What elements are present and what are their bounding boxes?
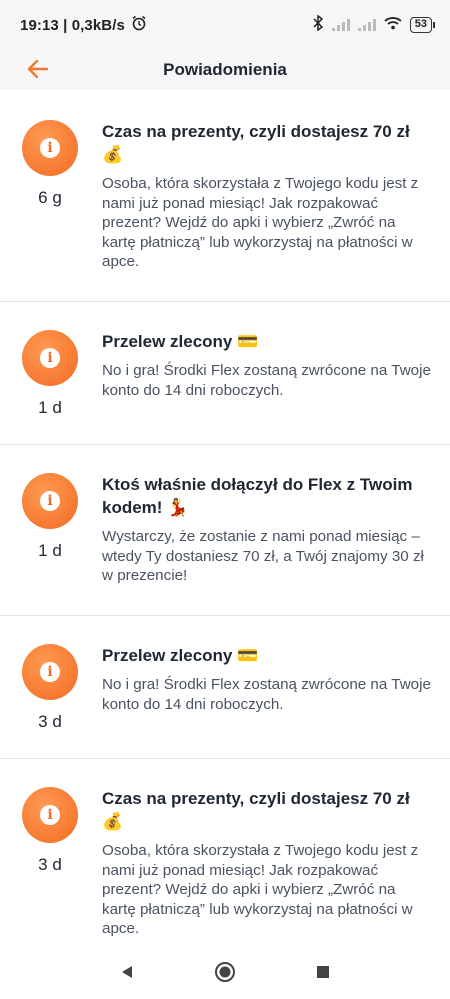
- info-badge: i: [22, 120, 78, 176]
- notification-content: Ktoś właśnie dołączył do Flex z Twoim ko…: [100, 445, 450, 615]
- info-icon: i: [40, 805, 60, 825]
- notification-age: 6 g: [38, 188, 62, 207]
- notification-left: i 1 d: [0, 302, 100, 444]
- back-triangle-icon[interactable]: [115, 960, 139, 984]
- notification-left: i 1 d: [0, 445, 100, 615]
- notification-title: Przelew zlecony 💳: [102, 646, 259, 665]
- notification-content: Przelew zlecony 💳 No i gra! Środki Flex …: [100, 302, 450, 444]
- info-icon: i: [40, 491, 60, 511]
- notification-age: 3 d: [38, 712, 62, 731]
- notification-item[interactable]: i 3 d Czas na prezenty, czyli dostajesz …: [0, 759, 450, 944]
- status-time: 19:13 | 0,3kB/s: [20, 16, 125, 34]
- app-bar: Powiadomienia: [0, 50, 450, 90]
- system-nav-bar: [0, 944, 450, 999]
- notification-title: Przelew zlecony 💳: [102, 332, 259, 351]
- notification-title: Ktoś właśnie dołączył do Flex z Twoim ko…: [102, 475, 413, 517]
- info-icon: i: [40, 138, 60, 158]
- notifications-list[interactable]: i 6 g Czas na prezenty, czyli dostajesz …: [0, 92, 450, 944]
- notification-left: i 3 d: [0, 759, 100, 944]
- info-badge: i: [22, 473, 78, 529]
- notification-item[interactable]: i 1 d Przelew zlecony 💳 No i gra! Środki…: [0, 302, 450, 445]
- wifi-icon: [384, 16, 402, 34]
- notification-title: Czas na prezenty, czyli dostajesz 70 zł …: [102, 789, 410, 831]
- info-badge: i: [22, 330, 78, 386]
- notification-left: i 3 d: [0, 616, 100, 758]
- notification-content: Czas na prezenty, czyli dostajesz 70 zł …: [100, 759, 450, 944]
- notification-age: 1 d: [38, 398, 62, 417]
- notification-body: No i gra! Środki Flex zostaną zwrócone n…: [102, 676, 431, 713]
- home-circle-icon[interactable]: [213, 960, 237, 984]
- notification-body: No i gra! Środki Flex zostaną zwrócone n…: [102, 362, 431, 399]
- notification-left: i 6 g: [0, 92, 100, 301]
- battery-icon: 53: [409, 17, 436, 33]
- info-badge: i: [22, 787, 78, 843]
- notification-content: Przelew zlecony 💳 No i gra! Środki Flex …: [100, 616, 450, 758]
- info-icon: i: [40, 348, 60, 368]
- page-title: Powiadomienia: [163, 60, 287, 79]
- notification-age: 1 d: [38, 541, 62, 560]
- info-badge: i: [22, 644, 78, 700]
- notification-title: Czas na prezenty, czyli dostajesz 70 zł …: [102, 122, 410, 164]
- notification-item[interactable]: i 6 g Czas na prezenty, czyli dostajesz …: [0, 92, 450, 302]
- notification-age: 3 d: [38, 855, 62, 874]
- status-left: 19:13 | 0,3kB/s: [20, 15, 147, 35]
- signal-icon: [331, 19, 350, 31]
- notification-body: Wystarczy, że zostanie z nami ponad mies…: [102, 528, 424, 584]
- signal-2-icon: [357, 19, 376, 31]
- status-right: 53: [312, 14, 436, 35]
- notification-content: Czas na prezenty, czyli dostajesz 70 zł …: [100, 92, 450, 301]
- notification-body: Osoba, która skorzystała z Twojego kodu …: [102, 842, 419, 937]
- notification-item[interactable]: i 1 d Ktoś właśnie dołączył do Flex z Tw…: [0, 445, 450, 616]
- bluetooth-icon: [312, 14, 324, 35]
- alarm-icon: [131, 15, 147, 35]
- arrow-left-icon[interactable]: [25, 56, 51, 82]
- recents-square-icon[interactable]: [311, 960, 335, 984]
- notification-item[interactable]: i 3 d Przelew zlecony 💳 No i gra! Środki…: [0, 616, 450, 759]
- info-icon: i: [40, 662, 60, 682]
- status-bar: 19:13 | 0,3kB/s 53: [0, 0, 450, 50]
- notification-body: Osoba, która skorzystała z Twojego kodu …: [102, 175, 419, 270]
